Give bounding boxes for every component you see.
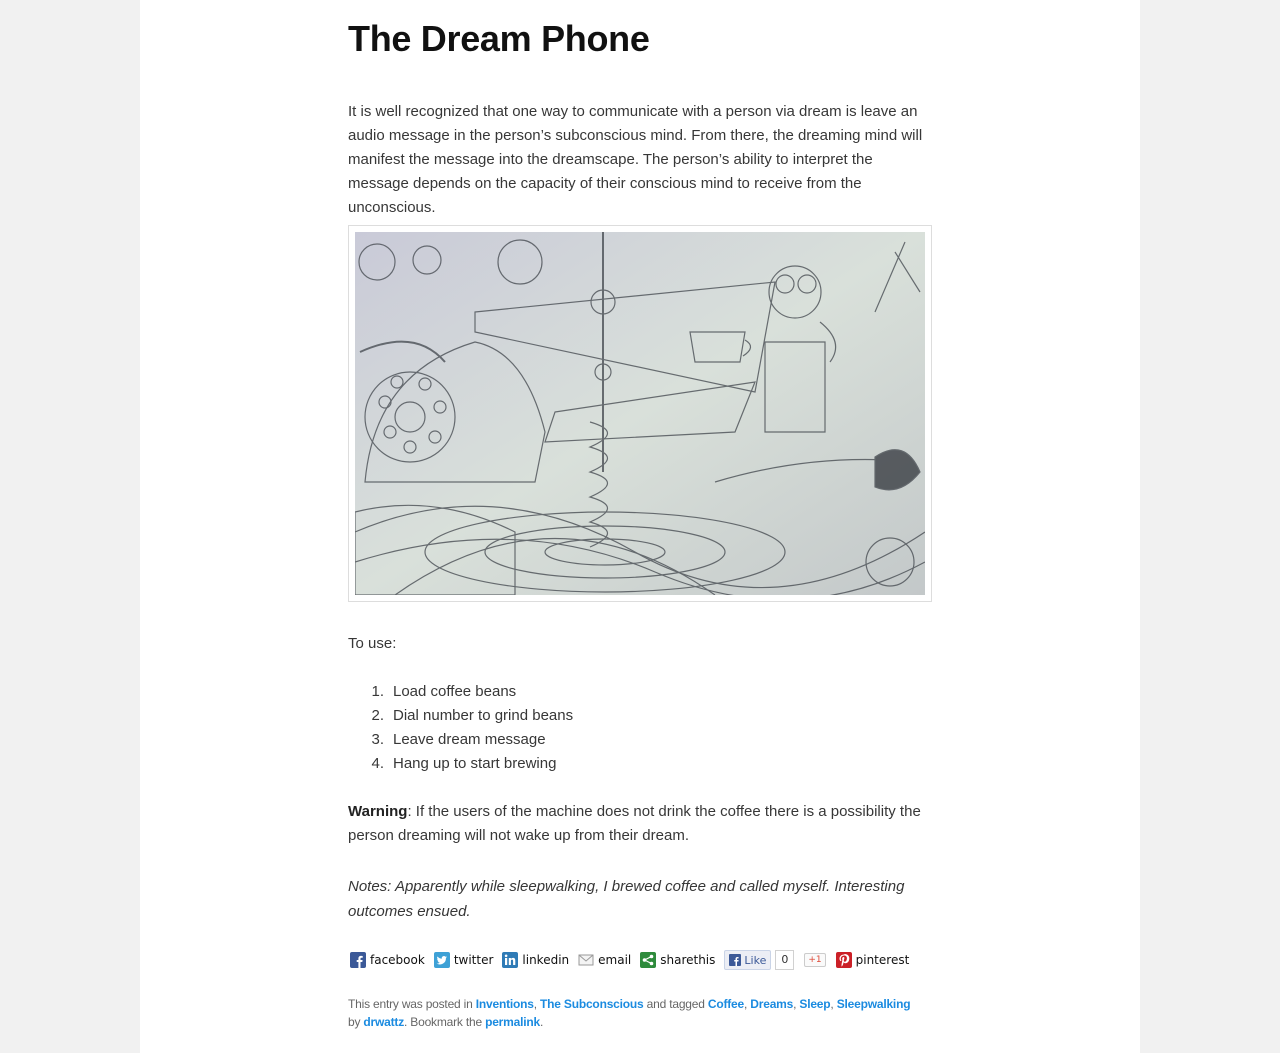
- meta-separator: ,: [830, 997, 834, 1011]
- share-facebook-label: facebook: [370, 953, 425, 967]
- meta-by: by: [348, 1015, 361, 1029]
- twitter-icon: [433, 952, 450, 968]
- linkedin-icon: [502, 952, 519, 968]
- meta-posted-in: This entry was posted in: [348, 997, 473, 1011]
- facebook-like-icon: [729, 954, 742, 966]
- post-title[interactable]: The Dream Phone: [348, 18, 650, 60]
- pinterest-icon: [835, 952, 852, 968]
- step-number: 1.: [371, 683, 384, 700]
- step-text: Hang up to start brewing: [393, 755, 557, 772]
- step-number: 2.: [371, 707, 384, 724]
- intro-paragraph: It is well recognized that one way to co…: [348, 103, 923, 216]
- share-pinterest-label: pinterest: [855, 953, 910, 967]
- like-count: 0: [775, 950, 795, 970]
- entry-meta: This entry was posted in Inventions, The…: [348, 995, 938, 1031]
- meta-bookmark: . Bookmark the: [404, 1015, 482, 1029]
- steps-list: 1. Load coffee beans 2. Dial number to gri…: [364, 680, 573, 776]
- author-link[interactable]: drwattz: [363, 1015, 404, 1029]
- tag-link-coffee[interactable]: Coffee: [708, 997, 744, 1011]
- step-text: Leave dream message: [393, 731, 546, 748]
- facebook-like-button[interactable]: Like: [724, 950, 772, 970]
- list-item: 2. Dial number to grind beans: [364, 704, 573, 728]
- share-twitter[interactable]: twitter: [433, 952, 494, 968]
- share-linkedin-label: linkedin: [522, 953, 570, 967]
- step-number: 4.: [371, 755, 384, 772]
- step-number: 3.: [371, 731, 384, 748]
- meta-separator: ,: [744, 997, 748, 1011]
- share-email-label: email: [598, 953, 632, 967]
- tag-link-sleep[interactable]: Sleep: [799, 997, 830, 1011]
- tag-link-dreams[interactable]: Dreams: [750, 997, 793, 1011]
- share-email[interactable]: email: [578, 952, 631, 968]
- step-text: Dial number to grind beans: [393, 707, 574, 724]
- tag-link-sleepwalking[interactable]: Sleepwalking: [837, 997, 911, 1011]
- sharethis-icon: [640, 952, 657, 968]
- page-container: The Dream Phone It is well recognized th…: [140, 0, 1140, 1053]
- pencil-sketch-illustration: [355, 232, 925, 595]
- share-bar: facebook twitter linkedin email sharethi…: [350, 950, 918, 970]
- to-use-label: To use:: [348, 635, 397, 652]
- google-plus-button[interactable]: +1: [804, 953, 826, 967]
- warning-label: Warning: [348, 803, 408, 820]
- meta-end: .: [539, 1015, 544, 1029]
- like-label: Like: [744, 953, 767, 967]
- facebook-like-widget: Like 0: [724, 950, 795, 970]
- list-item: 1. Load coffee beans: [364, 680, 573, 704]
- meta-separator: ,: [533, 997, 537, 1011]
- category-link-inventions[interactable]: Inventions: [476, 997, 534, 1011]
- post-image[interactable]: [348, 225, 932, 602]
- share-pinterest[interactable]: pinterest: [835, 952, 910, 968]
- list-item: 3. Leave dream message: [364, 728, 573, 752]
- share-linkedin[interactable]: linkedin: [502, 952, 569, 968]
- warning-paragraph: Warning: If the users of the machine doe…: [348, 800, 932, 848]
- share-sharethis-label: sharethis: [660, 953, 716, 967]
- permalink-link[interactable]: permalink: [485, 1015, 540, 1029]
- share-facebook[interactable]: facebook: [350, 952, 425, 968]
- meta-separator: ,: [793, 997, 797, 1011]
- email-icon: [578, 954, 594, 966]
- list-item: 4. Hang up to start brewing: [364, 752, 573, 776]
- step-text: Load coffee beans: [393, 683, 517, 700]
- share-sharethis[interactable]: sharethis: [640, 952, 715, 968]
- meta-tagged: and tagged: [646, 997, 705, 1011]
- facebook-icon: [350, 952, 366, 968]
- notes-paragraph: Notes: Apparently while sleepwalking, I …: [348, 878, 905, 920]
- warning-text: : If the users of the machine does not d…: [348, 803, 921, 844]
- category-link-subconscious[interactable]: The Subconscious: [540, 997, 644, 1011]
- share-twitter-label: twitter: [453, 953, 494, 967]
